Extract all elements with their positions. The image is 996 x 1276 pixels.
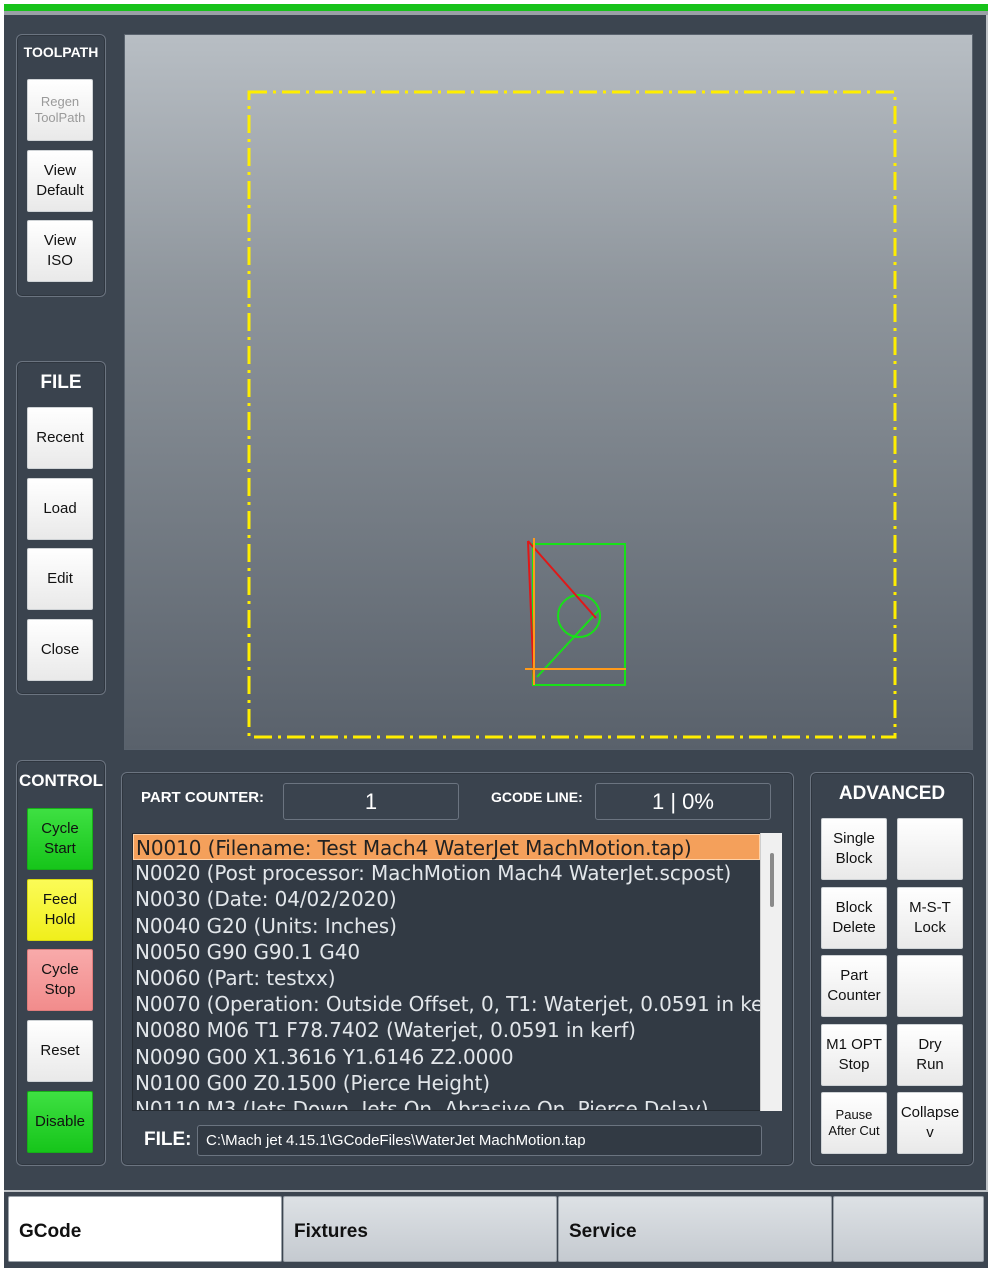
toolpath-panel: TOOLPATH Regen ToolPath View Default Vie…: [16, 34, 106, 297]
block-delete-button[interactable]: Block Delete: [821, 887, 887, 949]
empty-button-2[interactable]: [897, 955, 963, 1017]
file-panel: FILE Recent Load Edit Close: [16, 361, 106, 695]
tab-fixtures[interactable]: Fixtures: [283, 1196, 557, 1262]
gcode-line[interactable]: N0040 G20 (Units: Inches): [133, 913, 781, 939]
bottom-tab-bar: GCode Fixtures Service: [4, 1190, 988, 1268]
gcode-panel: PART COUNTER: 1 GCODE LINE: 1 | 0% N0010…: [121, 772, 794, 1166]
feed-hold-button[interactable]: Feed Hold: [27, 879, 93, 941]
pause-after-cut-button[interactable]: Pause After Cut: [821, 1092, 887, 1154]
tab-empty: [833, 1196, 984, 1262]
part-counter-value: 1: [283, 783, 459, 820]
view-default-button[interactable]: View Default: [27, 150, 93, 212]
control-title: CONTROL: [18, 771, 104, 790]
gcode-line[interactable]: N0110 M3 (Jets Down, Jets On, Abrasive O…: [133, 1096, 781, 1110]
recent-button[interactable]: Recent: [27, 407, 93, 469]
advanced-panel: ADVANCED Single Block Block Delete M-S-T…: [810, 772, 974, 1166]
reset-button[interactable]: Reset: [27, 1020, 93, 1082]
toolpath-viewport[interactable]: [124, 34, 973, 750]
gcode-line[interactable]: N0080 M06 T1 F78.7402 (Waterjet, 0.0591 …: [133, 1017, 781, 1043]
mst-lock-button[interactable]: M-S-T Lock: [897, 887, 963, 949]
view-iso-button[interactable]: View ISO: [27, 220, 93, 282]
tab-gcode[interactable]: GCode: [8, 1196, 282, 1262]
cycle-start-button[interactable]: Cycle Start: [27, 808, 93, 870]
gcode-scrollbar[interactable]: [760, 833, 782, 1111]
tab-service[interactable]: Service: [558, 1196, 832, 1262]
advanced-title: ADVANCED: [838, 783, 946, 804]
disable-button[interactable]: Disable: [27, 1091, 93, 1153]
toolpath-drawing: [247, 90, 897, 739]
gcode-line-label: GCODE LINE:: [491, 789, 583, 805]
load-button[interactable]: Load: [27, 478, 93, 540]
collapse-button[interactable]: Collapse v: [897, 1092, 963, 1154]
empty-button-1[interactable]: [897, 818, 963, 880]
edit-button[interactable]: Edit: [27, 548, 93, 610]
part-counter-label: PART COUNTER:: [141, 789, 265, 806]
m1-opt-stop-button[interactable]: M1 OPT Stop: [821, 1024, 887, 1086]
toolpath-title: TOOLPATH: [23, 44, 99, 60]
gcode-line[interactable]: N0070 (Operation: Outside Offset, 0, T1:…: [133, 991, 781, 1017]
file-path-field: C:\Mach jet 4.15.1\GCodeFiles\WaterJet M…: [197, 1125, 762, 1156]
gcode-listing[interactable]: N0010 (Filename: Test Mach4 WaterJet Mac…: [132, 833, 782, 1111]
gcode-line[interactable]: N0050 G90 G90.1 G40: [133, 939, 781, 965]
gcode-line[interactable]: N0030 (Date: 04/02/2020): [133, 886, 781, 912]
part-outline: [532, 543, 626, 686]
lead-in-line: [536, 609, 600, 678]
gcode-line[interactable]: N0020 (Post processor: MachMotion Mach4 …: [133, 860, 781, 886]
gcode-line-current[interactable]: N0010 (Filename: Test Mach4 WaterJet Mac…: [133, 834, 760, 861]
status-bar-top: [4, 4, 988, 11]
regen-toolpath-button[interactable]: Regen ToolPath: [27, 79, 93, 141]
mach-window: TOOLPATH Regen ToolPath View Default Vie…: [4, 4, 988, 1268]
single-block-button[interactable]: Single Block: [821, 818, 887, 880]
dry-run-button[interactable]: Dry Run: [897, 1024, 963, 1086]
close-button[interactable]: Close: [27, 619, 93, 681]
file-panel-title: FILE: [40, 372, 82, 393]
gcode-line-value: 1 | 0%: [595, 783, 771, 820]
cycle-stop-button[interactable]: Cycle Stop: [27, 949, 93, 1011]
rapid-move-red: [527, 540, 597, 619]
scrollbar-thumb[interactable]: [770, 853, 774, 907]
file-label: FILE:: [144, 1129, 192, 1150]
part-counter-button[interactable]: Part Counter: [821, 955, 887, 1017]
gcode-line[interactable]: N0090 G00 X1.3616 Y1.6146 Z2.0000: [133, 1044, 781, 1070]
gcode-line[interactable]: N0060 (Part: testxx): [133, 965, 781, 991]
gcode-line[interactable]: N0100 G00 Z0.1500 (Pierce Height): [133, 1070, 781, 1096]
control-panel: CONTROL Cycle Start Feed Hold Cycle Stop…: [16, 760, 106, 1166]
status-bar-separator: [4, 11, 988, 15]
